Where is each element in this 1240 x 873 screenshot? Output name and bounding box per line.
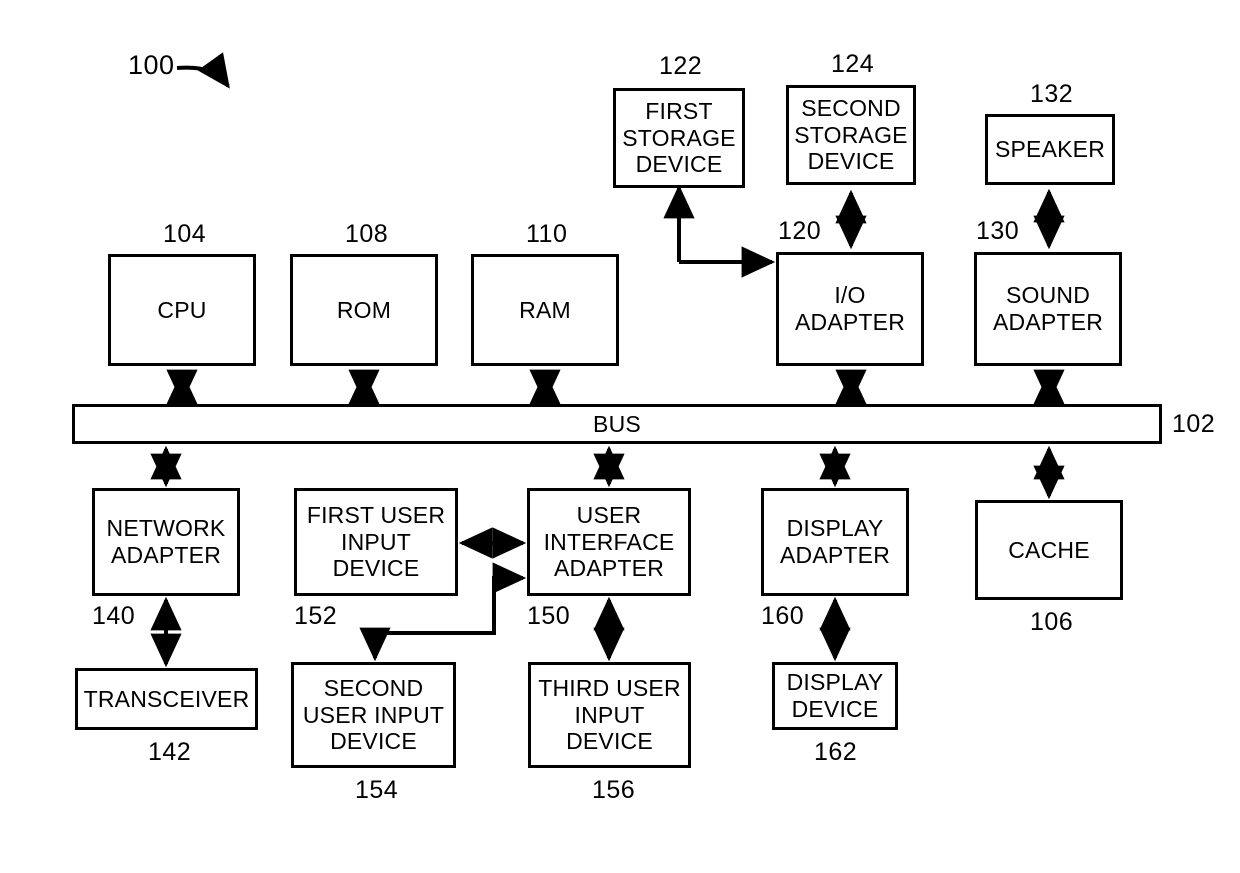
block-label: SOUND ADAPTER bbox=[992, 282, 1104, 335]
block-label: RAM bbox=[519, 296, 571, 323]
figure-tag-arrow bbox=[176, 52, 230, 89]
block-third-user-input-device[interactable]: THIRD USER INPUT DEVICE bbox=[528, 662, 691, 768]
block-label: THIRD USER INPUT DEVICE bbox=[538, 674, 681, 755]
ref-104: 104 bbox=[163, 220, 207, 248]
figure-tag: 100 bbox=[128, 50, 175, 80]
block-label: DISPLAY ADAPTER bbox=[779, 515, 891, 568]
block-label: CPU bbox=[157, 296, 207, 323]
ref-132: 132 bbox=[1030, 80, 1074, 108]
ref-142: 142 bbox=[148, 738, 192, 766]
block-io-adapter[interactable]: I/O ADAPTER bbox=[776, 252, 924, 366]
block-user-interface-adapter[interactable]: USER INTERFACE ADAPTER bbox=[527, 488, 691, 596]
block-display-device[interactable]: DISPLAY DEVICE bbox=[772, 662, 898, 730]
block-label: ROM bbox=[336, 296, 392, 323]
block-ram[interactable]: RAM bbox=[471, 254, 619, 366]
block-label: USER INTERFACE ADAPTER bbox=[543, 501, 675, 582]
ref-154: 154 bbox=[355, 776, 399, 804]
block-first-user-input-device[interactable]: FIRST USER INPUT DEVICE bbox=[294, 488, 458, 596]
block-label: BUS bbox=[593, 410, 641, 437]
block-label: I/O ADAPTER bbox=[794, 282, 906, 335]
ref-150: 150 bbox=[527, 602, 571, 630]
ref-124: 124 bbox=[831, 50, 875, 78]
block-label: SECOND USER INPUT DEVICE bbox=[302, 674, 445, 755]
block-sound-adapter[interactable]: SOUND ADAPTER bbox=[974, 252, 1122, 366]
block-transceiver[interactable]: TRANSCEIVER bbox=[75, 668, 258, 730]
block-network-adapter[interactable]: NETWORK ADAPTER bbox=[92, 488, 240, 596]
block-bus[interactable]: BUS bbox=[72, 404, 1162, 444]
ref-160: 160 bbox=[761, 602, 805, 630]
block-display-adapter[interactable]: DISPLAY ADAPTER bbox=[761, 488, 909, 596]
ref-102: 102 bbox=[1172, 410, 1216, 438]
block-first-storage-device[interactable]: FIRST STORAGE DEVICE bbox=[613, 88, 745, 188]
block-label: FIRST USER INPUT DEVICE bbox=[306, 501, 446, 582]
block-cache[interactable]: CACHE bbox=[975, 500, 1123, 600]
block-label: CACHE bbox=[1008, 536, 1090, 563]
ref-106: 106 bbox=[1030, 608, 1074, 636]
block-label: FIRST STORAGE DEVICE bbox=[622, 97, 736, 178]
block-second-storage-device[interactable]: SECOND STORAGE DEVICE bbox=[786, 85, 916, 185]
block-cpu[interactable]: CPU bbox=[108, 254, 256, 366]
ref-152: 152 bbox=[294, 602, 338, 630]
block-label: TRANSCEIVER bbox=[83, 685, 250, 712]
figure-canvas: 100 FIRST STORAGE DEVICE 122 SECOND STORAGE… bbox=[0, 0, 1240, 873]
block-speaker[interactable]: SPEAKER bbox=[985, 114, 1115, 185]
block-label: NETWORK ADAPTER bbox=[106, 515, 226, 568]
ref-108: 108 bbox=[345, 220, 389, 248]
ref-120: 120 bbox=[778, 217, 822, 245]
ref-110: 110 bbox=[526, 220, 568, 248]
ref-122: 122 bbox=[659, 52, 703, 80]
block-label: SPEAKER bbox=[994, 136, 1106, 163]
block-label: DISPLAY DEVICE bbox=[786, 669, 884, 722]
block-rom[interactable]: ROM bbox=[290, 254, 438, 366]
ref-130: 130 bbox=[976, 217, 1020, 245]
block-label: SECOND STORAGE DEVICE bbox=[794, 94, 908, 175]
block-second-user-input-device[interactable]: SECOND USER INPUT DEVICE bbox=[291, 662, 456, 768]
ref-156: 156 bbox=[592, 776, 636, 804]
ref-140: 140 bbox=[92, 602, 136, 630]
ref-162: 162 bbox=[814, 738, 858, 766]
